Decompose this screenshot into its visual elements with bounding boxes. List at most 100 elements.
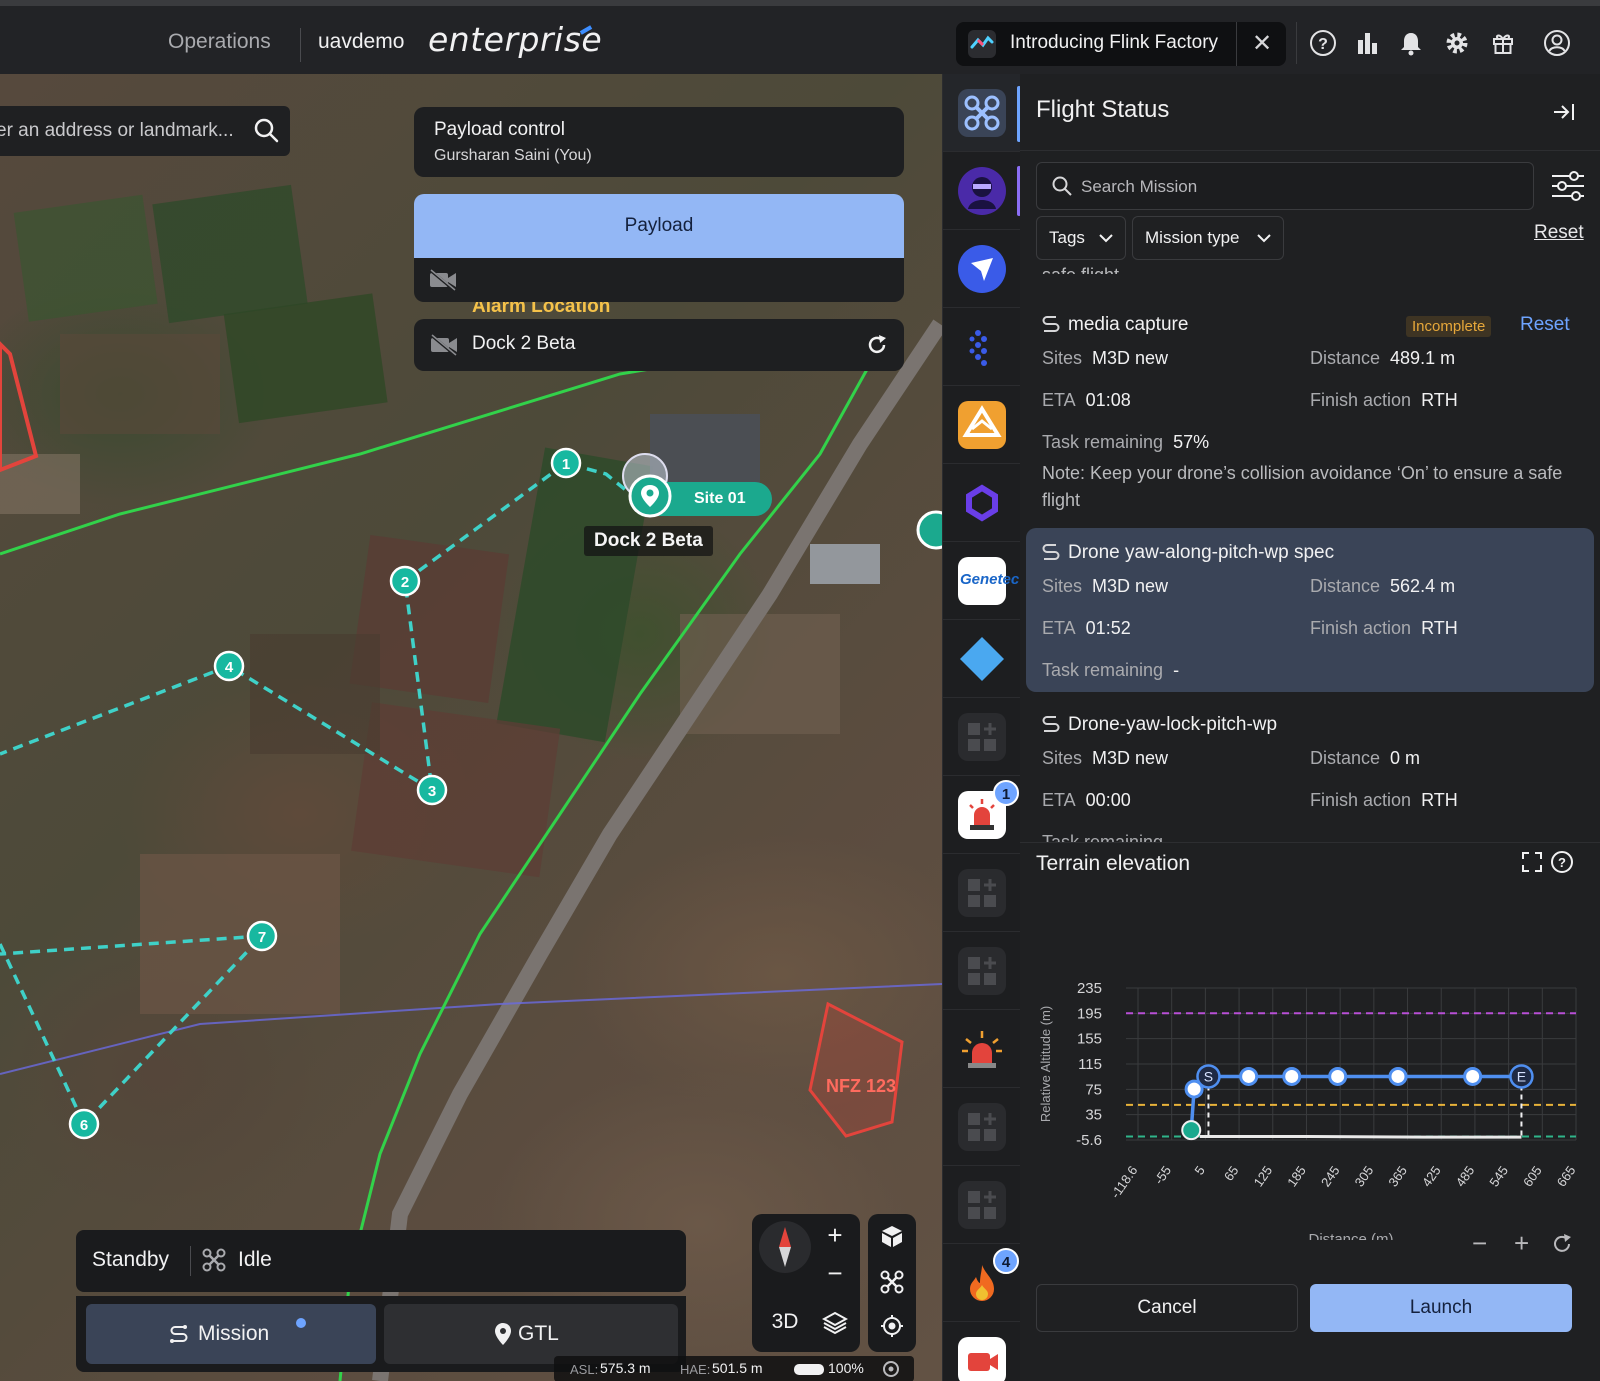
x-tick-label: -118.6 <box>1108 1163 1141 1201</box>
view-mode-toggle[interactable]: 3D <box>758 1300 812 1344</box>
route-point <box>1463 1066 1483 1086</box>
zoom-out-button[interactable]: − <box>816 1258 854 1294</box>
rail-item-camera-app[interactable] <box>943 1322 1021 1381</box>
reset-filters-link[interactable]: Reset <box>1534 222 1584 244</box>
payload-camera-feed[interactable] <box>414 258 904 302</box>
map-view[interactable]: NFZ 123 1 2 3 4 6 7 Site 01 Dock 2 Beta … <box>0 74 942 1381</box>
zoom-in-button[interactable]: + <box>816 1220 854 1256</box>
rail-item-alarm-light[interactable] <box>943 1010 1021 1088</box>
svg-text:7: 7 <box>258 929 266 946</box>
mission-sites: Sites M3D new <box>1042 748 1169 768</box>
dock-selector[interactable]: Dock 2 Beta <box>414 319 904 371</box>
rail-item-add-widget[interactable] <box>943 698 1021 776</box>
chart-zoom-in-button[interactable]: + <box>1514 1228 1529 1259</box>
rail-item-diamond-app[interactable] <box>943 620 1021 698</box>
analytics-icon[interactable] <box>1350 26 1384 60</box>
filter-sliders-icon[interactable] <box>1548 166 1588 206</box>
y-tick-label: 155 <box>1077 1031 1102 1048</box>
announcement-text: Introducing Flink Factory <box>1010 32 1219 53</box>
collapse-panel-icon[interactable] <box>1550 98 1578 126</box>
announcement-banner[interactable]: Introducing Flink Factory ✕ <box>956 22 1286 66</box>
mission-finish-action: Finish action RTH <box>1310 618 1458 638</box>
help-icon[interactable]: ? <box>1306 26 1340 60</box>
rail-item-ring-app[interactable] <box>943 464 1021 542</box>
waypoint-marker[interactable]: 3 <box>416 774 448 806</box>
gift-icon[interactable] <box>1486 26 1520 60</box>
nav-operations[interactable]: Operations <box>168 30 271 54</box>
rail-item-alarm[interactable]: 1 <box>943 776 1021 854</box>
launch-button[interactable]: Launch <box>1310 1284 1572 1332</box>
waypoint-marker[interactable]: 6 <box>68 1108 100 1140</box>
bell-icon[interactable] <box>1394 26 1428 60</box>
x-tick-label: 185 <box>1284 1163 1309 1189</box>
locate-icon[interactable] <box>880 1314 904 1338</box>
payload-control-user: Gursharan Saini (You) <box>434 147 592 164</box>
x-tick-label: 425 <box>1419 1163 1444 1189</box>
list-item[interactable]: Drone yaw-along-pitch-wp spec Sites M3D n… <box>1026 528 1594 692</box>
list-item[interactable]: media capture Incomplete Reset Sites M3D … <box>1026 300 1594 520</box>
asl-label: ASL: <box>570 1362 599 1377</box>
rail-item-genetec[interactable]: Genetec <box>943 542 1021 620</box>
hae-value: 501.5 m <box>712 1360 763 1376</box>
field <box>13 194 158 322</box>
address-search[interactable]: er an address or landmark... <box>0 106 290 156</box>
tab-mission[interactable]: Mission <box>86 1304 376 1364</box>
rail-item-add-widget[interactable] <box>943 1088 1021 1166</box>
close-icon[interactable]: ✕ <box>1246 28 1278 60</box>
user-avatar-icon[interactable] <box>1540 26 1574 60</box>
chevron-down-icon <box>1257 234 1271 243</box>
waypoint-marker[interactable]: 7 <box>246 920 278 952</box>
rail-item-add-widget[interactable] <box>943 932 1021 1010</box>
3d-box-icon[interactable] <box>880 1224 904 1248</box>
waypoint-marker[interactable]: 4 <box>213 650 245 682</box>
filter-mission-type-label: Mission type <box>1145 228 1240 247</box>
route-icon <box>1042 316 1060 332</box>
waypoint-marker[interactable]: 2 <box>389 565 421 597</box>
rail-item-add-widget[interactable] <box>943 854 1021 932</box>
rail-item-agent[interactable] <box>943 152 1021 230</box>
nfz-label: NFZ 123 <box>826 1076 896 1096</box>
payload-control-card: Payload control Gursharan Saini (You) <box>414 107 904 177</box>
mission-search[interactable] <box>1036 162 1534 210</box>
search-icon[interactable] <box>252 116 280 144</box>
rail-item-send[interactable] <box>943 230 1021 308</box>
svg-text:2: 2 <box>401 574 409 591</box>
genetec-icon: Genetec <box>958 557 1019 605</box>
drone-icon[interactable] <box>880 1270 904 1294</box>
tab-gtl[interactable]: GTL <box>384 1304 678 1364</box>
reset-zoom-icon[interactable] <box>1550 1232 1574 1256</box>
rail-item-flight[interactable] <box>943 74 1021 152</box>
help-icon[interactable]: ? <box>1550 850 1574 874</box>
x-tick-label: -55 <box>1151 1163 1174 1187</box>
refresh-icon[interactable] <box>864 332 890 358</box>
camera-off-icon <box>429 268 456 292</box>
gear-icon[interactable] <box>1440 26 1474 60</box>
mission-reset-link[interactable]: Reset <box>1520 314 1570 336</box>
filter-tags[interactable]: Tags <box>1036 216 1126 260</box>
filter-mission-type[interactable]: Mission type <box>1132 216 1284 260</box>
home-marker <box>1181 1120 1202 1141</box>
address-search-input[interactable]: er an address or landmark... <box>0 120 234 142</box>
rail-item-fire[interactable]: 4 <box>943 1244 1021 1322</box>
geofence-line <box>0 362 872 1381</box>
notification-badge: 1 <box>993 780 1019 806</box>
mission-search-input[interactable] <box>1081 175 1521 199</box>
chart-zoom-out-button[interactable]: − <box>1472 1228 1487 1259</box>
list-item[interactable]: Drone-yaw-lock-pitch-wp Sites M3D new Dis… <box>1026 700 1594 842</box>
rail-item-warning-app[interactable] <box>943 386 1021 464</box>
compass-icon[interactable] <box>758 1220 812 1274</box>
payload-button[interactable]: Payload <box>414 194 904 258</box>
rail-item-add-widget[interactable] <box>943 1166 1021 1244</box>
rail-item-dots-app[interactable] <box>943 308 1021 386</box>
cancel-button[interactable]: Cancel <box>1036 1284 1298 1332</box>
notification-badge: 4 <box>993 1248 1019 1274</box>
route-point <box>1282 1066 1302 1086</box>
layers-icon[interactable] <box>822 1310 848 1336</box>
expand-icon[interactable] <box>1520 850 1544 874</box>
field <box>223 293 388 424</box>
app-rail: Genetec 1 4 <box>942 74 1021 1381</box>
location-pin-icon[interactable] <box>628 474 672 524</box>
ring-icon <box>958 479 1006 527</box>
drone-state: Idle <box>238 1248 272 1271</box>
waypoint-marker[interactable]: 1 <box>550 447 582 479</box>
